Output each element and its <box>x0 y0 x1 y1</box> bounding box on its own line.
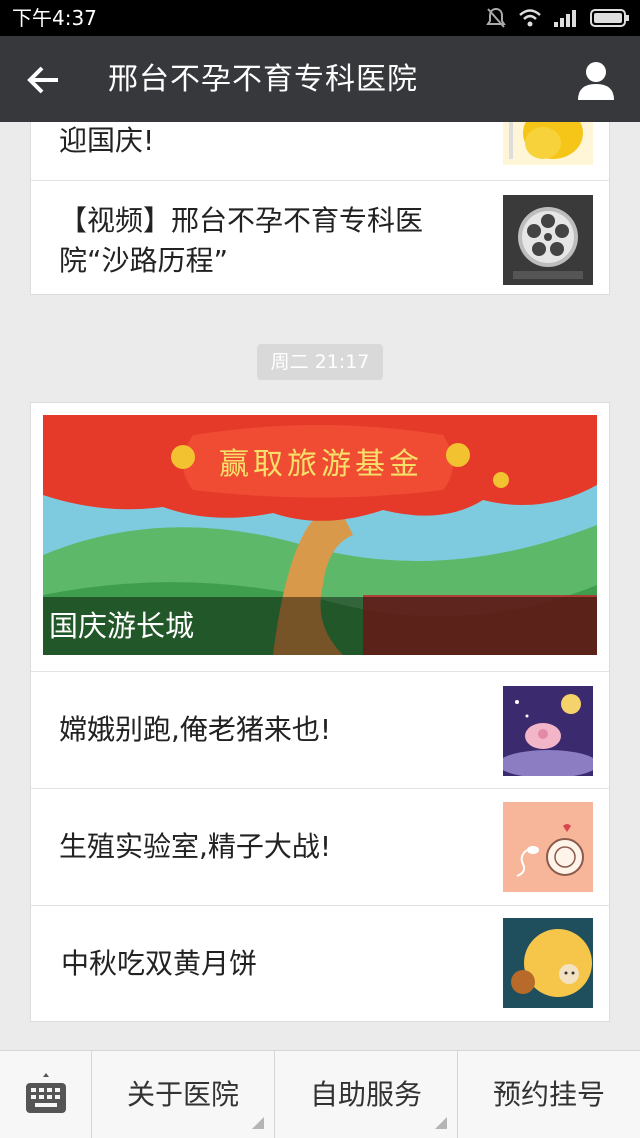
menu-about-hospital[interactable]: 关于医院 <box>92 1051 275 1138</box>
menu-self-service[interactable]: 自助服务 <box>275 1051 458 1138</box>
submenu-indicator-icon <box>435 1117 447 1129</box>
sperm-egg-image <box>503 802 593 892</box>
article-title-line1: 【视频】邢台不孕不育专科医 <box>59 204 424 237</box>
battery-icon <box>590 9 629 27</box>
article-item[interactable]: 嫦娥别跑,俺老猪来也! <box>31 671 609 789</box>
chat-title: 邢台不孕不育专科医院 <box>108 62 418 97</box>
banner-article[interactable]: 赢取旅游基金 国庆游长城 <box>43 415 597 655</box>
article-item[interactable]: 迎国庆! <box>31 122 609 181</box>
article-item[interactable]: 生殖实验室,精子大战! <box>31 789 609 906</box>
message-timestamp: 周二 21:17 <box>257 344 383 380</box>
article-item[interactable]: 中秋吃双黄月饼 <box>31 906 609 1023</box>
article-item[interactable]: 【视频】邢台不孕不育专科医 院“沙路历程” <box>31 181 609 298</box>
status-icons <box>486 6 630 30</box>
keyboard-toggle-button[interactable] <box>0 1051 92 1138</box>
mooncake-image <box>503 918 593 1008</box>
status-time: 下午4:37 <box>12 6 97 30</box>
menu-label: 预约挂号 <box>492 1078 605 1111</box>
banner-slogan: 赢取旅游基金 <box>219 447 423 482</box>
app-bar: 邢台不孕不育专科医院 <box>0 36 640 122</box>
back-arrow-icon[interactable] <box>22 58 66 102</box>
bottom-menu: 关于医院 自助服务 预约挂号 <box>0 1050 640 1138</box>
article-title: 生殖实验室,精子大战! <box>59 830 332 863</box>
banner-caption: 国庆游长城 <box>43 597 597 655</box>
mute-icon <box>486 7 506 28</box>
night-sky-pig-image <box>503 686 593 776</box>
chat-area: 迎国庆! 【视频】邢台不孕不育专科医 院“沙路历程” 周二 21:17 赢取旅游… <box>0 122 640 1050</box>
article-card: 迎国庆! 【视频】邢台不孕不育专科医 院“沙路历程” <box>30 122 610 295</box>
article-title-line2: 院“沙路历程” <box>59 244 229 277</box>
article-title: 嫦娥别跑,俺老猪来也! <box>59 713 332 746</box>
film-reel-image <box>503 195 593 285</box>
signal-icon <box>554 10 576 27</box>
article-title: 中秋吃双黄月饼 <box>61 947 258 980</box>
submenu-indicator-icon <box>252 1117 264 1129</box>
status-bar: 下午4:37 <box>0 0 640 36</box>
profile-icon[interactable] <box>572 56 620 104</box>
menu-label: 自助服务 <box>309 1078 422 1111</box>
menu-label: 关于医院 <box>126 1078 239 1111</box>
article-title: 迎国庆! <box>59 124 155 157</box>
menu-appointment[interactable]: 预约挂号 <box>458 1051 640 1138</box>
wifi-icon <box>519 9 541 27</box>
clapping-hands-image <box>503 122 593 165</box>
keyboard-icon <box>26 1073 66 1113</box>
multi-article-card: 赢取旅游基金 国庆游长城 嫦娥别跑,俺老猪来也! 生殖实验室,精子大战! 中秋吃… <box>30 402 610 1022</box>
